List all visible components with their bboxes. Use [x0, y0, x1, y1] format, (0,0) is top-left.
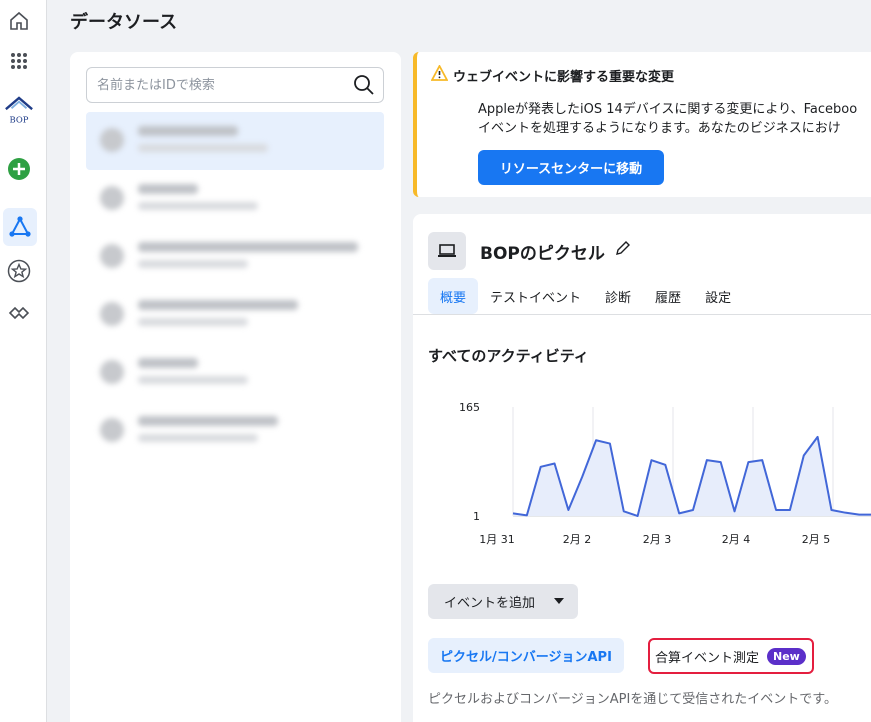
blurred-item-name: [138, 242, 358, 252]
tab-history[interactable]: 履歴: [643, 278, 693, 314]
search-input[interactable]: [97, 75, 347, 95]
events-footnote: ピクセルおよびコンバージョンAPIを通じて受信されたイベントです。: [428, 692, 838, 707]
x-tick-label: 2月 5: [802, 533, 831, 546]
x-tick-label: 2月 3: [643, 533, 672, 546]
avatar: [100, 302, 124, 326]
pixel-overview-card: BOPのピクセル 概要 テストイベント 診断 履歴 設定 すべてのアクティビティ…: [413, 214, 871, 722]
banner-line-1: Appleが発表したiOS 14デバイスに関する変更により、Faceboo: [478, 102, 858, 117]
x-tick-label: 2月 2: [563, 533, 592, 546]
activity-line-chart: 165 1 1月 31 2月 2 2月 3 2月 4 2月 5: [459, 401, 871, 546]
blurred-item-id: [138, 376, 248, 384]
data-source-list-panel: [70, 52, 401, 722]
blurred-item-id: [138, 202, 258, 210]
left-nav-rail: BOP: [0, 0, 47, 722]
pixel-name: BOPのピクセル: [480, 244, 605, 264]
avatar: [100, 244, 124, 268]
page-title: データソース: [70, 12, 178, 33]
add-event-button[interactable]: イベントを追加: [428, 584, 578, 619]
edit-pencil-icon[interactable]: [615, 240, 631, 260]
tab-test-events[interactable]: テストイベント: [478, 278, 593, 314]
star-icon[interactable]: [4, 256, 34, 286]
tab-pixel-conversion-api[interactable]: ピクセル/コンバージョンAPI: [428, 638, 624, 673]
blurred-item-id: [138, 434, 258, 442]
avatar: [100, 418, 124, 442]
partnership-icon[interactable]: [4, 298, 34, 328]
activity-section-title: すべてのアクティビティ: [428, 347, 589, 365]
tab-overview[interactable]: 概要: [428, 278, 479, 314]
search-icon[interactable]: [353, 74, 375, 100]
y-tick-label: 1: [473, 510, 480, 523]
blurred-item-name: [138, 416, 278, 426]
tab-aggregated-event-measurement[interactable]: 合算イベント測定 New: [648, 638, 814, 674]
list-item[interactable]: [86, 286, 384, 344]
blurred-item-name: [138, 358, 198, 368]
list-item[interactable]: [86, 402, 384, 460]
blurred-item-name: [138, 184, 198, 194]
warning-icon: [430, 64, 449, 85]
pixel-tabs: 概要 テストイベント 診断 履歴 設定: [428, 278, 743, 314]
blurred-item-name: [138, 300, 298, 310]
brand-text: BOP: [10, 114, 29, 124]
events-manager-icon[interactable]: [3, 208, 37, 246]
resource-center-button[interactable]: リソースセンターに移動: [478, 150, 664, 185]
list-item[interactable]: [86, 344, 384, 402]
list-item[interactable]: [86, 228, 384, 286]
apps-grid-icon[interactable]: [4, 46, 34, 76]
list-item[interactable]: [86, 170, 384, 228]
business-logo[interactable]: BOP: [4, 94, 34, 130]
avatar: [100, 186, 124, 210]
pixel-icon: [428, 232, 466, 270]
new-badge: New: [767, 647, 806, 665]
banner-line-2: イベントを処理するようになります。あなたのビジネスにおけ: [478, 121, 841, 136]
blurred-item-id: [138, 144, 268, 152]
banner-body: Appleが発表したiOS 14デバイスに関する変更により、Faceboo イベ…: [478, 100, 857, 138]
avatar: [100, 360, 124, 384]
tab-divider: [413, 314, 871, 315]
x-tick-label: 1月 31: [479, 533, 515, 546]
blurred-item-id: [138, 260, 248, 268]
x-tick-label: 2月 4: [722, 533, 751, 546]
add-event-label: イベントを追加: [444, 596, 536, 611]
list-item[interactable]: [86, 112, 384, 170]
caret-down-icon: [554, 598, 564, 604]
y-tick-label: 165: [459, 401, 480, 414]
create-plus-icon[interactable]: [4, 154, 34, 184]
avatar: [100, 128, 124, 152]
tab-settings[interactable]: 設定: [693, 278, 743, 314]
tab-diagnostics[interactable]: 診断: [593, 278, 643, 314]
search-box[interactable]: [86, 67, 384, 103]
home-icon[interactable]: [4, 6, 34, 36]
blurred-item-name: [138, 126, 238, 136]
aem-label: 合算イベント測定: [655, 650, 760, 666]
blurred-item-id: [138, 318, 248, 326]
ios14-warning-banner: ウェブイベントに影響する重要な変更 Appleが発表したiOS 14デバイスに関…: [413, 52, 871, 197]
banner-title: ウェブイベントに影響する重要な変更: [453, 70, 675, 85]
